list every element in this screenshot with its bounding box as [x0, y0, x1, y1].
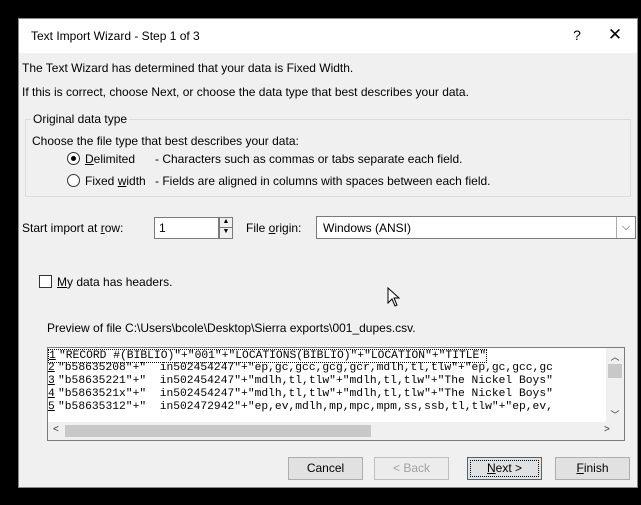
preview-row: 2 "b58635208"+" in502454247"+"ep,gc,gcc,g… — [48, 362, 553, 374]
title-bar: Text Import Wizard - Step 1 of 3 ? ✕ — [19, 19, 637, 53]
horizontal-scroll-thumb[interactable] — [65, 425, 371, 437]
start-row-label: Start import at row: — [22, 221, 124, 235]
headers-checkbox[interactable] — [39, 275, 52, 288]
scroll-up-icon[interactable]: ︿ — [606, 350, 624, 363]
group-legend: Original data type — [31, 112, 130, 126]
preview-row: 4 "b5863521x"+" in502454247"+"mdlh,tl,tlw… — [48, 388, 553, 400]
scroll-right-icon[interactable]: > — [604, 424, 610, 435]
fixed-width-description: - Fields are aligned in columns with spa… — [155, 174, 491, 188]
window-title: Text Import Wizard - Step 1 of 3 — [31, 29, 200, 43]
scroll-left-icon[interactable]: < — [53, 424, 59, 435]
preview-row: 5 "b58635312"+" in502472942"+"ep,ev,mdlh,… — [48, 401, 553, 413]
help-icon[interactable]: ? — [570, 27, 584, 43]
start-row-spinner[interactable]: ▲ ▼ — [219, 217, 233, 239]
finish-button[interactable]: Finish — [555, 457, 630, 480]
cancel-button[interactable]: Cancel — [288, 457, 363, 480]
fixed-width-label[interactable]: Fixed width — [85, 174, 146, 188]
back-button[interactable]: < Back — [374, 457, 449, 480]
start-row-input[interactable]: 1 — [154, 217, 219, 239]
headers-checkbox-label[interactable]: My data has headers. — [57, 275, 172, 289]
text-import-wizard-dialog: Text Import Wizard - Step 1 of 3 ? ✕ The… — [18, 18, 638, 488]
chevron-down-icon[interactable]: ⌵ — [616, 217, 635, 238]
intro-line-2: If this is correct, choose Next, or choo… — [22, 85, 469, 99]
scroll-down-icon[interactable]: ﹀ — [606, 408, 624, 421]
preview-row: 1 "RECORD #(BIBLIO)"+"001"+"LOCATIONS(BIB… — [48, 349, 488, 363]
preview-pane[interactable]: 1 "RECORD #(BIBLIO)"+"001"+"LOCATIONS(BIB… — [47, 347, 625, 441]
fixed-width-radio[interactable] — [67, 174, 80, 187]
delimited-description: - Characters such as commas or tabs sepa… — [155, 152, 463, 166]
intro-line-1: The Text Wizard has determined that your… — [22, 61, 354, 75]
file-type-prompt: Choose the file type that best describes… — [32, 134, 299, 148]
delimited-label[interactable]: Delimited — [85, 152, 135, 166]
file-origin-select[interactable]: Windows (ANSI) ⌵ — [316, 216, 636, 239]
preview-vertical-scrollbar[interactable]: ︿ ﹀ — [606, 348, 624, 424]
next-button[interactable]: Next > — [467, 457, 542, 480]
mouse-cursor-icon — [387, 286, 401, 312]
preview-row: 3 "b58635221"+" in502454247"+"mdlh,tl,tlw… — [48, 375, 553, 387]
spin-down-icon[interactable]: ▼ — [220, 228, 232, 238]
close-icon[interactable]: ✕ — [606, 25, 624, 45]
spin-up-icon[interactable]: ▲ — [220, 218, 232, 228]
vertical-scroll-thumb[interactable] — [608, 364, 622, 378]
delimited-radio[interactable] — [67, 152, 80, 165]
file-origin-label: File origin: — [246, 221, 302, 235]
preview-horizontal-scrollbar[interactable]: < > — [48, 422, 624, 440]
preview-caption: Preview of file C:\Users\bcole\Desktop\S… — [47, 321, 416, 335]
